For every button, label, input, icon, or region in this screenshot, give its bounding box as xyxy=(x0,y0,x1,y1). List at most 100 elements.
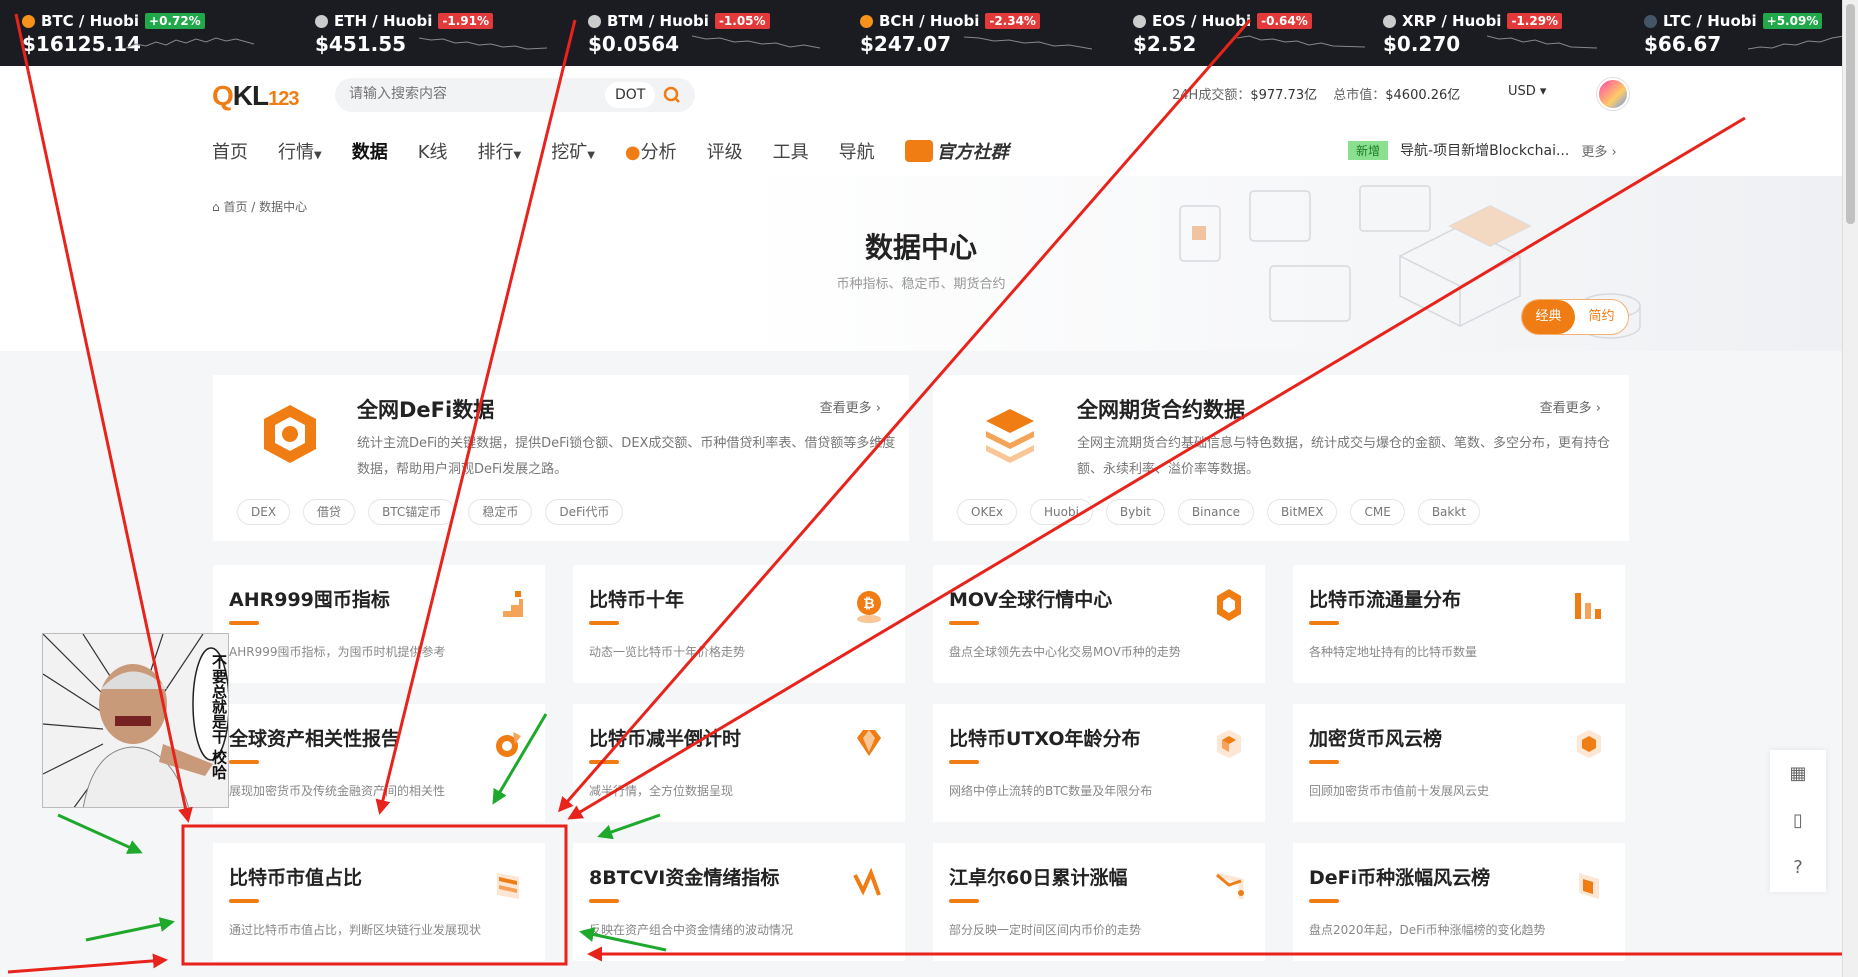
tag-dex[interactable]: DEX xyxy=(237,499,291,525)
hexagon-badge-icon xyxy=(1577,730,1601,758)
nav-item-mining[interactable]: 挖矿▼ xyxy=(551,138,595,164)
tag-bitmex[interactable]: BitMEX xyxy=(1267,499,1338,525)
card-description: 动态一览比特币十年价格走势 xyxy=(589,645,746,659)
breadcrumb-separator: / xyxy=(251,200,256,214)
card-ahr999[interactable]: AHR999囤币指标 AHR999囤币指标，为囤币时机提供参考 xyxy=(213,565,545,683)
view-more-link[interactable]: 查看更多 › xyxy=(820,397,881,416)
card-btc-supply-distribution[interactable]: 比特币流通量分布 各种特定地址持有的比特币数量 xyxy=(1293,565,1625,683)
report-icon xyxy=(496,732,521,757)
nav-item-data[interactable]: 数据 xyxy=(352,138,388,164)
stairs-icon xyxy=(495,591,523,617)
card-defi-gain-ranking[interactable]: DeFi币种涨幅风云榜 盘点2020年起，DeFi币种涨幅榜的变化趋势 xyxy=(1293,843,1625,961)
chevron-down-icon: ▾ xyxy=(1539,84,1547,99)
search-icon[interactable] xyxy=(661,84,683,106)
nav-label: 分析 xyxy=(640,142,677,163)
nav-item-rank[interactable]: 排行▼ xyxy=(478,138,522,164)
tag-lending[interactable]: 借贷 xyxy=(303,499,356,525)
tag-bakkt[interactable]: Bakkt xyxy=(1417,499,1481,525)
nav-item-rating[interactable]: 评级 xyxy=(707,138,743,164)
ticker-pair: LTC / Huobi xyxy=(1663,12,1757,30)
growth-chart-icon xyxy=(1216,872,1244,899)
mcap-value: $4600.26亿 xyxy=(1385,88,1461,103)
card-bitcoin-decade[interactable]: 比特币十年 动态一览比特币十年价格走势 ₿ xyxy=(573,565,905,683)
site-logo[interactable]: QKL123 xyxy=(212,80,299,112)
card-mov-market[interactable]: MOV全球行情中心 盘点全球领先去中心化交易MOV币种的走势 xyxy=(933,565,1265,683)
nav-item-kline[interactable]: K线 xyxy=(418,138,448,164)
search-input[interactable] xyxy=(349,86,579,102)
ticker-change: +0.72% xyxy=(145,13,205,29)
card-description: 部分反映一定时间区间内币价的走势 xyxy=(949,923,1142,937)
breadcrumb-home[interactable]: 首页 xyxy=(223,200,247,214)
title-underline xyxy=(229,760,259,764)
ticker-pair: ETH / Huobi xyxy=(334,12,433,30)
price-ticker: BTC / Huobi +0.72% $16125.14 ETH / Huobi -… xyxy=(0,0,1858,66)
card-title: 全球资产相关性报告 xyxy=(229,728,401,750)
futures-data-card[interactable]: 全网期货合约数据 查看更多 › 全网主流期货合约基础信息与特色数据，统计成交与爆… xyxy=(933,375,1629,541)
chevron-down-icon: ▼ xyxy=(587,150,595,161)
view-more-link[interactable]: 查看更多 › xyxy=(1540,397,1601,416)
nav-item-tools[interactable]: 工具 xyxy=(773,138,809,164)
card-halving-countdown[interactable]: 比特币减半倒计时 减半行情，全方位数据呈现 xyxy=(573,704,905,822)
ltc-coin-icon xyxy=(1644,14,1657,28)
view-toggle[interactable]: 经典 简约 xyxy=(1521,299,1629,335)
card-title: 比特币减半倒计时 xyxy=(589,728,742,750)
search-hot-tag[interactable]: DOT xyxy=(605,82,656,108)
qr-code-icon[interactable]: ▦ xyxy=(1770,750,1826,797)
bch-coin-icon xyxy=(860,14,873,28)
tag-stablecoin[interactable]: 稳定币 xyxy=(468,499,533,525)
breadcrumb: ⌂ 首页 / 数据中心 xyxy=(212,198,307,215)
nav-item-market[interactable]: 行情▼ xyxy=(278,138,322,164)
view-more-label: 查看更多 xyxy=(1539,401,1592,416)
tag-cme[interactable]: CME xyxy=(1350,499,1405,525)
card-description: 统计主流DeFi的关键数据，提供DeFi锁仓额、DEX成交额、币种借贷利率表、借… xyxy=(357,436,896,477)
card-title: 比特币流通量分布 xyxy=(1309,589,1462,611)
ticker-change: -1.29% xyxy=(1507,13,1563,29)
defi-data-card[interactable]: 全网DeFi数据 查看更多 › 统计主流DeFi的关键数据，提供DeFi锁仓额、… xyxy=(213,375,909,541)
tag-okex[interactable]: OKEx xyxy=(957,499,1017,525)
tag-defi-token[interactable]: DeFi代币 xyxy=(545,499,624,525)
breadcrumb-current: 数据中心 xyxy=(259,200,308,214)
defi-hexagon-icon xyxy=(264,405,316,463)
search-box[interactable]: DOT xyxy=(335,78,695,112)
card-crypto-ranking-history[interactable]: 加密货币风云榜 回顾加密货币市值前十发展风云史 xyxy=(1293,704,1625,822)
tag-bybit[interactable]: Bybit xyxy=(1105,499,1165,525)
card-utxo-age[interactable]: 比特币UTXO年龄分布 网络中停止流转的BTC数量及年限分布 xyxy=(933,704,1265,822)
nav-item-home[interactable]: 首页 xyxy=(212,138,248,164)
help-icon[interactable]: ? xyxy=(1770,844,1826,891)
btc-coin-icon xyxy=(22,14,35,28)
ticker-pair: XRP / Huobi xyxy=(1402,12,1502,30)
view-simple-button[interactable]: 简约 xyxy=(1575,300,1628,334)
card-8btcvi-sentiment[interactable]: 8BTCVI资金情绪指标 反映在资产组合中资金情绪的波动情况 xyxy=(573,843,905,961)
title-underline xyxy=(589,760,619,764)
main-nav: 首页 行情▼ 数据 K线 排行▼ 挖矿▼ ●分析 评级 工具 导航 官方社群 xyxy=(212,138,1039,164)
news-bar[interactable]: 新增 导航-项目新增Blockchai... 更多 › xyxy=(1348,140,1617,160)
card-title: DeFi币种涨幅风云榜 xyxy=(1309,867,1491,889)
scrollbar-thumb[interactable] xyxy=(1846,4,1855,224)
volume-label: 24H成交额： xyxy=(1172,88,1251,103)
nav-item-guide[interactable]: 导航 xyxy=(839,138,875,164)
mobile-icon[interactable]: ▯ xyxy=(1770,797,1826,844)
tag-btc-pegged[interactable]: BTC锚定币 xyxy=(368,499,456,525)
title-underline xyxy=(949,621,979,625)
news-more-link[interactable]: 更多 › xyxy=(1581,141,1616,160)
card-description: 展现加密货币及传统金融资产间的相关性 xyxy=(229,784,446,798)
card-jiang-60day-gain[interactable]: 江卓尔60日累计涨幅 部分反映一定时间区间内币价的走势 xyxy=(933,843,1265,961)
ticker-sparkline xyxy=(1237,35,1365,48)
ticker-sparkline xyxy=(964,36,1092,50)
view-classic-button[interactable]: 经典 xyxy=(1522,300,1575,334)
page-scrollbar[interactable] xyxy=(1842,0,1858,977)
currency-select[interactable]: USD ▾ xyxy=(1508,84,1546,99)
ticker-change: -1.91% xyxy=(438,13,493,29)
bitcoin-icon: ₿ xyxy=(857,591,881,623)
chat-icon xyxy=(904,140,933,162)
tag-binance[interactable]: Binance xyxy=(1177,499,1255,525)
avatar[interactable] xyxy=(1597,78,1629,110)
nav-item-official-community[interactable]: 官方社群 xyxy=(904,138,1009,164)
card-global-asset-correlation[interactable]: 全球资产相关性报告 展现加密货币及传统金融资产间的相关性 xyxy=(213,704,545,822)
ticker-change: -1.05% xyxy=(714,13,770,29)
tag-huobi[interactable]: Huobi xyxy=(1030,499,1093,525)
card-btc-dominance[interactable]: 比特币市值占比 通过比特币市值占比，判断区块链行业发展现状 xyxy=(213,843,545,961)
news-text[interactable]: 导航-项目新增Blockchai... xyxy=(1400,140,1569,160)
nav-item-analysis[interactable]: ●分析 xyxy=(625,138,677,164)
red-arrow xyxy=(7,953,168,974)
